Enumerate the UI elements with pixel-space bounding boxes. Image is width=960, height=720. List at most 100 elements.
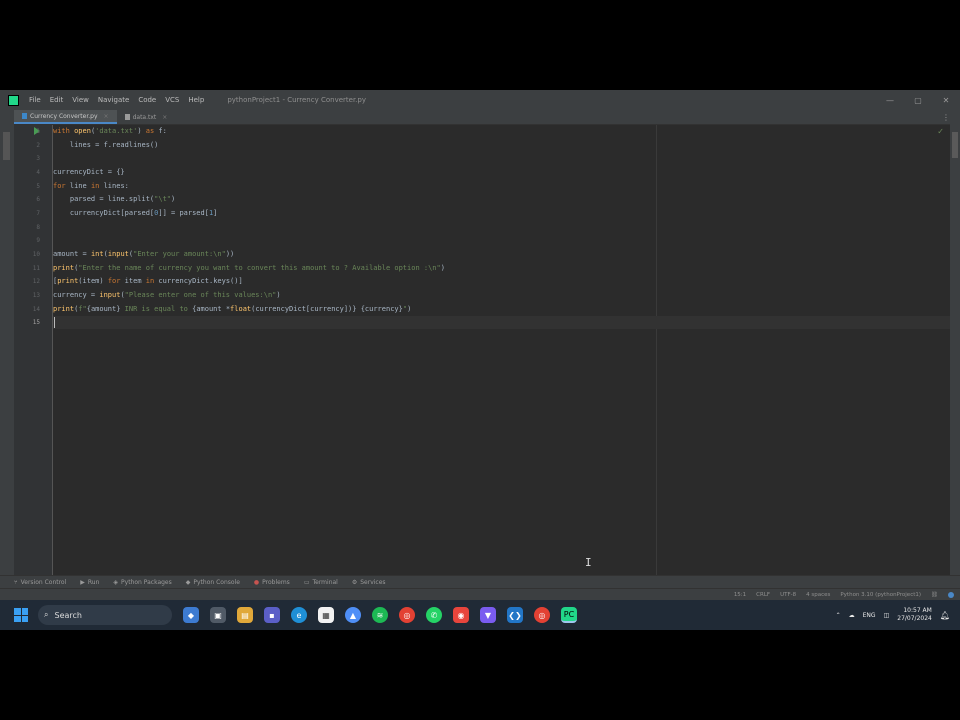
terminal-icon: ▭ bbox=[303, 579, 310, 586]
code-line[interactable]: for line in lines: bbox=[53, 180, 950, 193]
spotify-icon[interactable]: ≋ bbox=[372, 607, 388, 623]
problems-icon: ● bbox=[253, 579, 260, 586]
tool-tab-services[interactable]: ⚙ Services bbox=[352, 579, 386, 586]
store-icon[interactable]: ▦ bbox=[318, 607, 334, 623]
tool-tab-python-packages[interactable]: ◈ Python Packages bbox=[113, 579, 171, 586]
line-number: 7 bbox=[36, 210, 40, 217]
line-number: 10 bbox=[32, 251, 40, 258]
drive-icon[interactable]: ▲ bbox=[345, 607, 361, 623]
settings-sync-icon[interactable] bbox=[948, 592, 954, 598]
code-line[interactable]: parsed = line.split("\t") bbox=[53, 193, 950, 206]
tool-tab-label: Terminal bbox=[312, 579, 338, 586]
tool-tab-terminal[interactable]: ▭ Terminal bbox=[304, 579, 338, 586]
menu-navigate[interactable]: Navigate bbox=[98, 96, 129, 104]
edge-icon[interactable]: e bbox=[291, 607, 307, 623]
code-line[interactable]: lines = f.readlines() bbox=[53, 139, 950, 152]
tool-tab-label: Python Packages bbox=[121, 579, 172, 586]
pycharm-logo-icon bbox=[8, 94, 19, 106]
menu-help[interactable]: Help bbox=[188, 96, 204, 104]
line-number-gutter: 1 2 3 4 5 6 7 8 9 10 11 12 13 14 15 bbox=[14, 125, 53, 575]
windows-start-icon[interactable] bbox=[14, 608, 28, 622]
whatsapp-icon[interactable]: ✆ bbox=[426, 607, 442, 623]
menu-vcs[interactable]: VCS bbox=[165, 96, 179, 104]
input-language[interactable]: ENG bbox=[863, 612, 876, 619]
python-file-icon bbox=[22, 113, 27, 119]
tray-chevron-icon[interactable]: ⌃ bbox=[836, 612, 841, 619]
line-number: 2 bbox=[36, 142, 40, 149]
code-line[interactable]: currency = input("Please enter one of th… bbox=[53, 289, 950, 302]
mouse-ibeam-cursor-icon: I bbox=[585, 556, 592, 569]
code-line[interactable]: currencyDict = {} bbox=[53, 166, 950, 179]
line-number: 11 bbox=[32, 265, 40, 272]
proton-vpn-icon[interactable]: ▼ bbox=[480, 607, 496, 623]
line-number: 3 bbox=[36, 155, 40, 162]
line-number: 5 bbox=[36, 183, 40, 190]
title-bar: File Edit View Navigate Code VCS Help py… bbox=[0, 90, 960, 110]
code-line[interactable]: print("Enter the name of currency you wa… bbox=[53, 262, 950, 275]
brave-icon[interactable]: ◉ bbox=[453, 607, 469, 623]
more-options-icon[interactable]: ⋮ bbox=[942, 113, 950, 122]
tab-data-txt[interactable]: data.txt × bbox=[117, 110, 176, 124]
close-icon[interactable]: × bbox=[162, 114, 167, 121]
tool-tab-run[interactable]: ▶ Run bbox=[80, 579, 99, 586]
inspection-ok-icon[interactable]: ✓ bbox=[937, 127, 944, 136]
package-icon: ◈ bbox=[113, 579, 119, 586]
maximize-button[interactable]: ▢ bbox=[904, 96, 932, 105]
notifications-tool-button[interactable] bbox=[952, 132, 958, 158]
line-number: 6 bbox=[36, 196, 40, 203]
onedrive-icon[interactable]: ☁ bbox=[849, 612, 855, 619]
clock-time: 10:57 AM bbox=[903, 607, 932, 614]
code-line[interactable]: currencyDict[parsed[0]] = parsed[1] bbox=[53, 207, 950, 220]
minimize-button[interactable]: — bbox=[876, 96, 904, 105]
tool-tab-version-control[interactable]: ⑂ Version Control bbox=[14, 579, 66, 586]
right-tool-strip bbox=[949, 124, 960, 575]
caret-position[interactable]: 15:1 bbox=[734, 592, 746, 598]
tab-currency-converter[interactable]: Currency Converter.py × bbox=[14, 110, 117, 124]
menu-view[interactable]: View bbox=[72, 96, 89, 104]
file-encoding[interactable]: UTF-8 bbox=[780, 592, 796, 598]
tool-tab-label: Run bbox=[87, 579, 100, 586]
code-editor[interactable]: with open('data.txt') as f: lines = f.re… bbox=[53, 125, 950, 575]
menu-code[interactable]: Code bbox=[138, 96, 156, 104]
code-line[interactable]: amount = int(input("Enter your amount:\n… bbox=[53, 248, 950, 261]
window-title: pythonProject1 - Currency Converter.py bbox=[227, 96, 366, 104]
tool-tab-problems[interactable]: ● Problems bbox=[254, 579, 290, 586]
branch-icon: ⑂ bbox=[14, 579, 18, 586]
windows-taskbar: ⌕ Search ◆ ▣ ▤ ▪ e ▦ ▲ ≋ ◎ ✆ ◉ ▼ ❮❯ ◎ PC… bbox=[0, 600, 960, 630]
chrome-profile-icon[interactable]: ◎ bbox=[534, 607, 550, 623]
line-number: 13 bbox=[32, 292, 40, 299]
line-separator[interactable]: CRLF bbox=[756, 592, 770, 598]
chrome-icon[interactable]: ◎ bbox=[399, 607, 415, 623]
search-icon: ⌕ bbox=[44, 610, 49, 619]
task-view-icon[interactable]: ▣ bbox=[210, 607, 226, 623]
teams-icon[interactable]: ▪ bbox=[264, 607, 280, 623]
code-line-current[interactable] bbox=[53, 316, 950, 329]
services-icon: ⚙ bbox=[351, 579, 358, 586]
project-tool-button[interactable] bbox=[3, 132, 10, 160]
taskbar-search-box[interactable]: ⌕ Search bbox=[38, 605, 172, 625]
vscode-icon[interactable]: ❮❯ bbox=[507, 607, 523, 623]
line-number: 4 bbox=[36, 169, 40, 176]
notification-bell-icon[interactable]: 🔔︎ bbox=[940, 611, 950, 620]
tool-tab-python-console[interactable]: ◆ Python Console bbox=[186, 579, 240, 586]
menu-edit[interactable]: Edit bbox=[50, 96, 64, 104]
line-number: 1 bbox=[36, 128, 40, 135]
line-number: 14 bbox=[32, 306, 40, 313]
code-line[interactable]: print(f"{amount} INR is equal to {amount… bbox=[53, 303, 950, 316]
menu-file[interactable]: File bbox=[29, 96, 41, 104]
pycharm-taskbar-icon[interactable]: PC bbox=[561, 607, 577, 623]
tool-tab-label: Version Control bbox=[20, 579, 67, 586]
file-explorer-icon[interactable]: ▤ bbox=[237, 607, 253, 623]
lock-icon[interactable]: ⛓ bbox=[931, 592, 938, 598]
code-line[interactable]: with open('data.txt') as f: bbox=[53, 125, 950, 138]
widgets-icon[interactable]: ◆ bbox=[183, 607, 199, 623]
screen: File Edit View Navigate Code VCS Help py… bbox=[0, 90, 960, 630]
window-controls: — ▢ ✕ bbox=[876, 96, 960, 105]
indent-setting[interactable]: 4 spaces bbox=[806, 592, 830, 598]
clock[interactable]: 10:57 AM 27/07/2024 bbox=[897, 607, 932, 623]
close-button[interactable]: ✕ bbox=[932, 96, 960, 105]
close-icon[interactable]: × bbox=[104, 113, 109, 120]
volume-icon[interactable]: ◫ bbox=[884, 612, 890, 619]
python-interpreter[interactable]: Python 3.10 (pythonProject1) bbox=[840, 592, 921, 598]
code-line[interactable]: [print(item) for item in currencyDict.ke… bbox=[53, 275, 950, 288]
